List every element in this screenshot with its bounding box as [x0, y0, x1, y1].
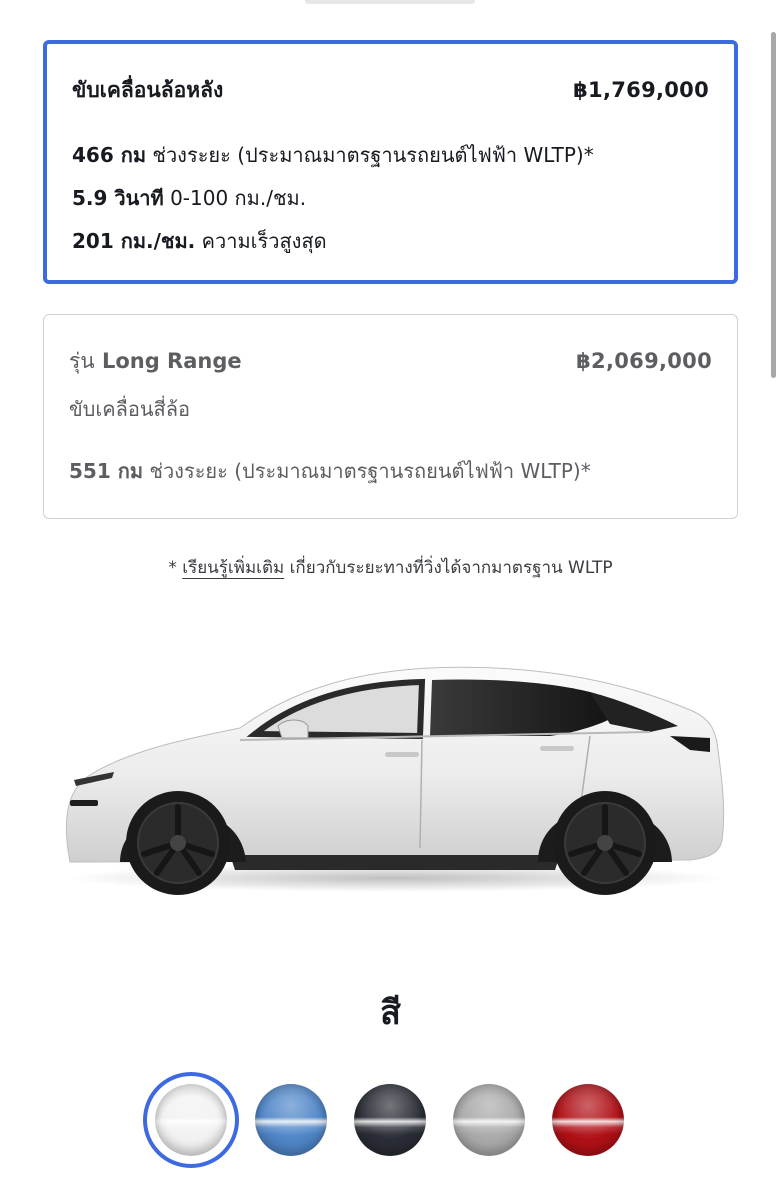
- range-footnote: * เรียนรู้เพิ่มเติม เกี่ยวกับระยะทางที่ว…: [0, 554, 781, 581]
- option-card-long-range[interactable]: รุ่น Long Range ฿2,069,000 ขับเคลื่อนสี่…: [43, 314, 738, 519]
- spec-label: ช่วงระยะ (ประมาณมาตรฐานรถยนต์ไฟฟ้า WLTP)…: [149, 459, 591, 483]
- swatch-black[interactable]: [354, 1084, 426, 1156]
- spec-label: 0-100 กม./ชม.: [170, 186, 307, 210]
- spec-range: 466 กม ช่วงระยะ (ประมาณมาตรฐานรถยนต์ไฟฟ้…: [72, 139, 714, 171]
- option-title: รุ่น Long Range: [69, 345, 242, 378]
- spec-range: 551 กม ช่วงระยะ (ประมาณมาตรฐานรถยนต์ไฟฟ้…: [69, 455, 717, 487]
- option-price: ฿2,069,000: [576, 349, 712, 373]
- option-title: ขับเคลื่อนล้อหลัง: [72, 78, 224, 102]
- footnote-asterisk: *: [168, 558, 177, 578]
- color-section-heading: สี: [380, 993, 401, 1033]
- spec-label: ช่วงระยะ (ประมาณมาตรฐานรถยนต์ไฟฟ้า WLTP)…: [152, 143, 594, 167]
- footnote-text: เกี่ยวกับระยะทางที่วิ่งได้จากมาตรฐาน WLT…: [289, 558, 613, 578]
- learn-more-link[interactable]: เรียนรู้เพิ่มเติม: [182, 558, 284, 578]
- option-header: รุ่น Long Range ฿2,069,000: [69, 345, 712, 378]
- option-subtitle: ขับเคลื่อนสี่ล้อ: [69, 397, 190, 421]
- swatch-red[interactable]: [552, 1084, 624, 1156]
- spec-acceleration: 5.9 วินาที 0-100 กม./ชม.: [72, 182, 714, 214]
- car-image: [50, 640, 740, 910]
- option-title-prefix: รุ่น: [69, 349, 95, 373]
- spec-value: 466 กม: [72, 143, 147, 167]
- option-header: ขับเคลื่อนล้อหลัง ฿1,769,000: [72, 74, 709, 107]
- option-price: ฿1,769,000: [573, 78, 709, 102]
- top-divider: [305, 0, 475, 4]
- spec-label: ความเร็วสูงสุด: [201, 229, 327, 253]
- option-title-main: Long Range: [101, 349, 242, 373]
- swatch-blue[interactable]: [255, 1084, 327, 1156]
- model-configurator-page: ขับเคลื่อนล้อหลัง ฿1,769,000 466 กม ช่วง…: [0, 0, 781, 1200]
- color-swatch-list: [143, 1072, 643, 1172]
- spec-top-speed: 201 กม./ชม. ความเร็วสูงสุด: [72, 225, 714, 257]
- spec-value: 551 กม: [69, 459, 144, 483]
- car-illustration: [65, 666, 725, 895]
- spec-value: 201 กม./ชม.: [72, 229, 196, 253]
- scrollbar[interactable]: [771, 32, 776, 378]
- swatch-white[interactable]: [155, 1084, 227, 1156]
- spec-value: 5.9 วินาที: [72, 186, 164, 210]
- swatch-silver[interactable]: [453, 1084, 525, 1156]
- option-card-rwd[interactable]: ขับเคลื่อนล้อหลัง ฿1,769,000 466 กม ช่วง…: [43, 40, 738, 284]
